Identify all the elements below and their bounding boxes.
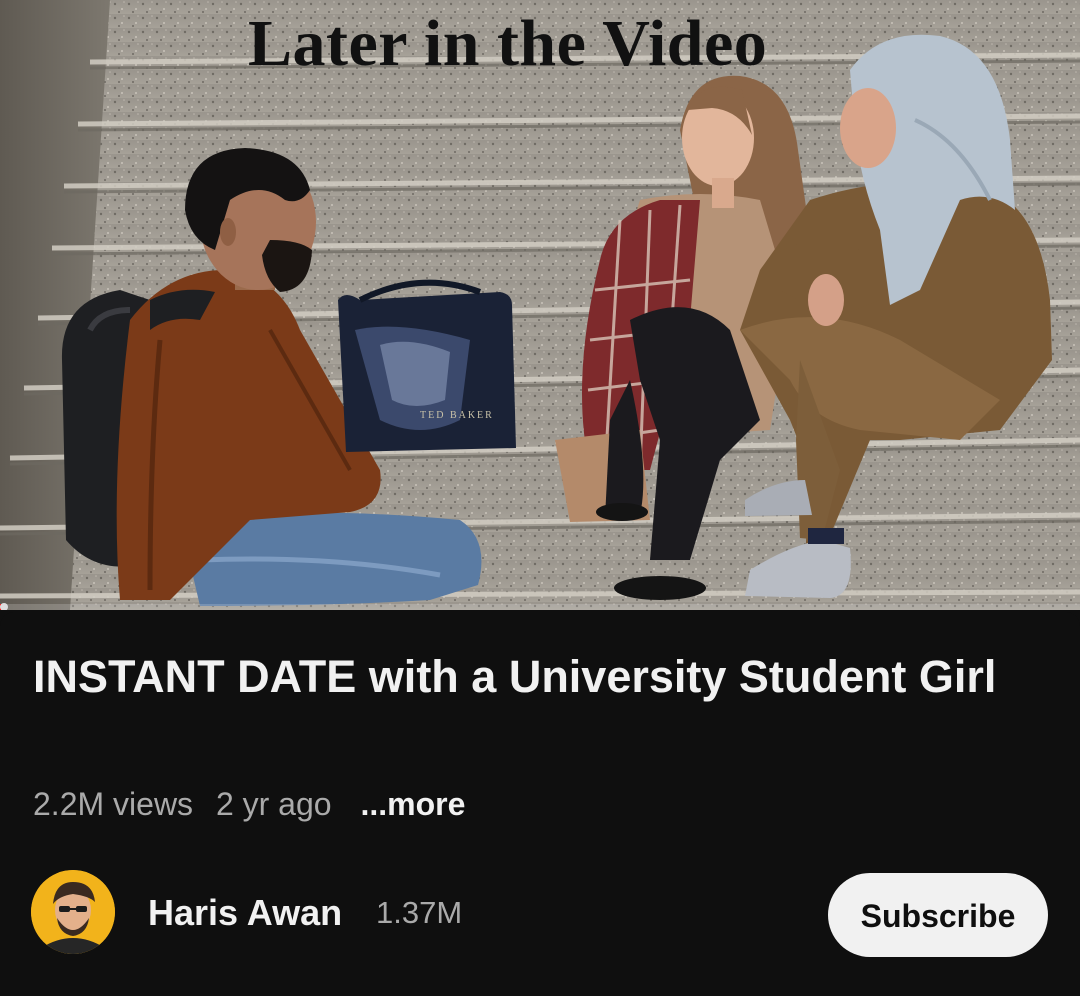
subscriber-count: 1.37M (376, 895, 463, 930)
channel-avatar-icon[interactable] (31, 870, 115, 954)
view-count: 2.2M views (33, 786, 194, 822)
more-description-link[interactable]: ...more (360, 786, 465, 822)
subscribe-button[interactable]: Subscribe (828, 873, 1048, 957)
shopping-bag: TED BAKER (338, 279, 516, 452)
video-scrubber-handle[interactable] (0, 603, 8, 610)
upload-age: 2 yr ago (215, 786, 332, 822)
video-overlay-caption: Later in the Video (248, 7, 768, 80)
video-player[interactable]: TED BAKER Later in the Video (0, 0, 1080, 610)
video-watch-screen: TED BAKER Later in the Video INSTANT DAT… (0, 0, 1080, 996)
video-frame: TED BAKER (0, 0, 1080, 610)
channel-name[interactable]: Haris Awan (148, 892, 342, 934)
video-metadata[interactable]: 2.2M views 2 yr ago ...more (33, 786, 479, 823)
channel-row: Haris Awan 1.37M Subscribe (0, 867, 1080, 957)
video-details-panel: INSTANT DATE with a University Student G… (0, 612, 1080, 996)
video-title[interactable]: INSTANT DATE with a University Student G… (33, 648, 1023, 706)
video-progress-bar[interactable] (0, 603, 1080, 610)
svg-text:TED BAKER: TED BAKER (420, 410, 494, 421)
